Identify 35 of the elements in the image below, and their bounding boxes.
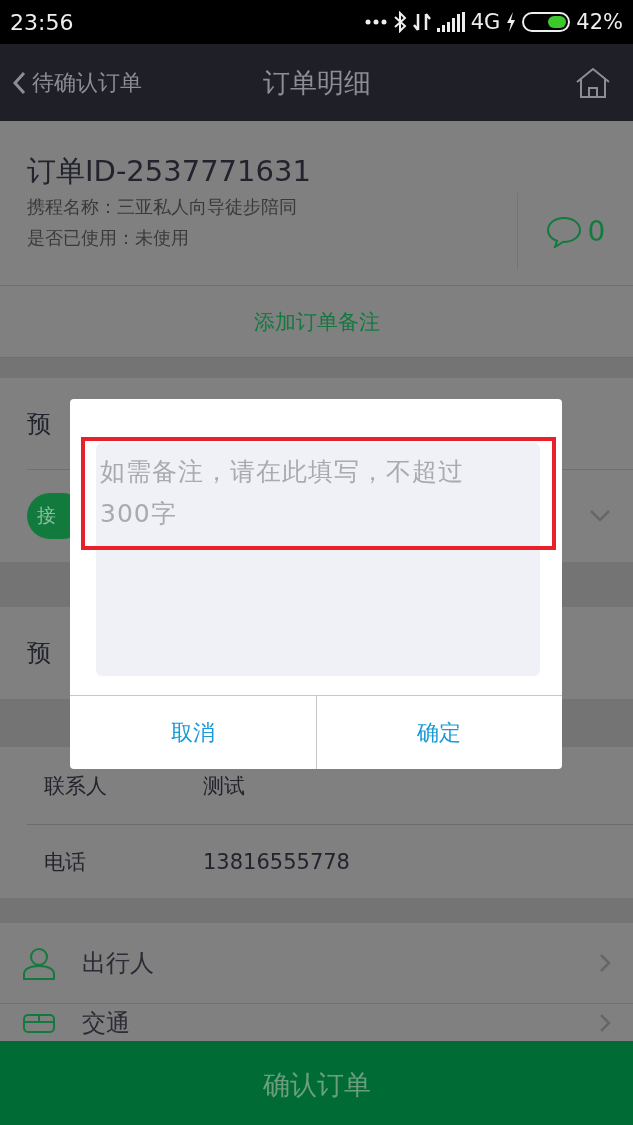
usage-status: 是否已使用：未使用	[27, 226, 190, 250]
status-time: 23:56	[10, 9, 74, 35]
confirm-order-button[interactable]: 确认订单	[0, 1041, 633, 1125]
person-icon	[22, 946, 56, 980]
contact-label: 电话	[44, 848, 87, 876]
cancel-button[interactable]: 取消	[70, 696, 316, 769]
network-label: 4G	[470, 10, 501, 34]
battery-icon	[522, 12, 571, 32]
trip-name: 携程名称：三亚私人向导徒步陪同	[27, 195, 298, 219]
chevron-right-icon	[599, 953, 611, 973]
battery-percent: 42%	[576, 10, 623, 34]
bus-icon	[22, 1012, 56, 1033]
charging-icon	[506, 12, 517, 32]
order-id: 订单ID-2537771631	[27, 153, 312, 190]
comment-icon[interactable]	[545, 215, 582, 248]
contact-value: 13816555778	[203, 849, 350, 874]
menu-row[interactable]: 出行人	[0, 923, 633, 1004]
back-button[interactable]: 待确认订单	[0, 67, 142, 98]
page-title: 订单明细	[262, 65, 371, 100]
contact-value: 测试	[203, 772, 245, 800]
comment-count: 0	[587, 215, 606, 248]
home-icon[interactable]	[575, 66, 611, 99]
chevron-down-icon[interactable]	[589, 509, 611, 523]
data-arrows-icon	[412, 12, 431, 32]
signal-icon	[436, 12, 465, 32]
note-field[interactable]: 如需备注，请在此填写，不超过300字	[96, 443, 540, 676]
menu-row[interactable]: 交通	[0, 1004, 633, 1041]
section-title: 预	[27, 408, 51, 440]
section-title: 预	[27, 638, 51, 669]
bluetooth-icon	[392, 11, 407, 33]
ok-button[interactable]: 确定	[315, 696, 562, 769]
back-chevron-icon	[12, 70, 26, 95]
chevron-right-icon	[599, 1012, 611, 1033]
more-dots-icon	[364, 19, 387, 25]
contact-label: 联系人	[44, 772, 108, 800]
